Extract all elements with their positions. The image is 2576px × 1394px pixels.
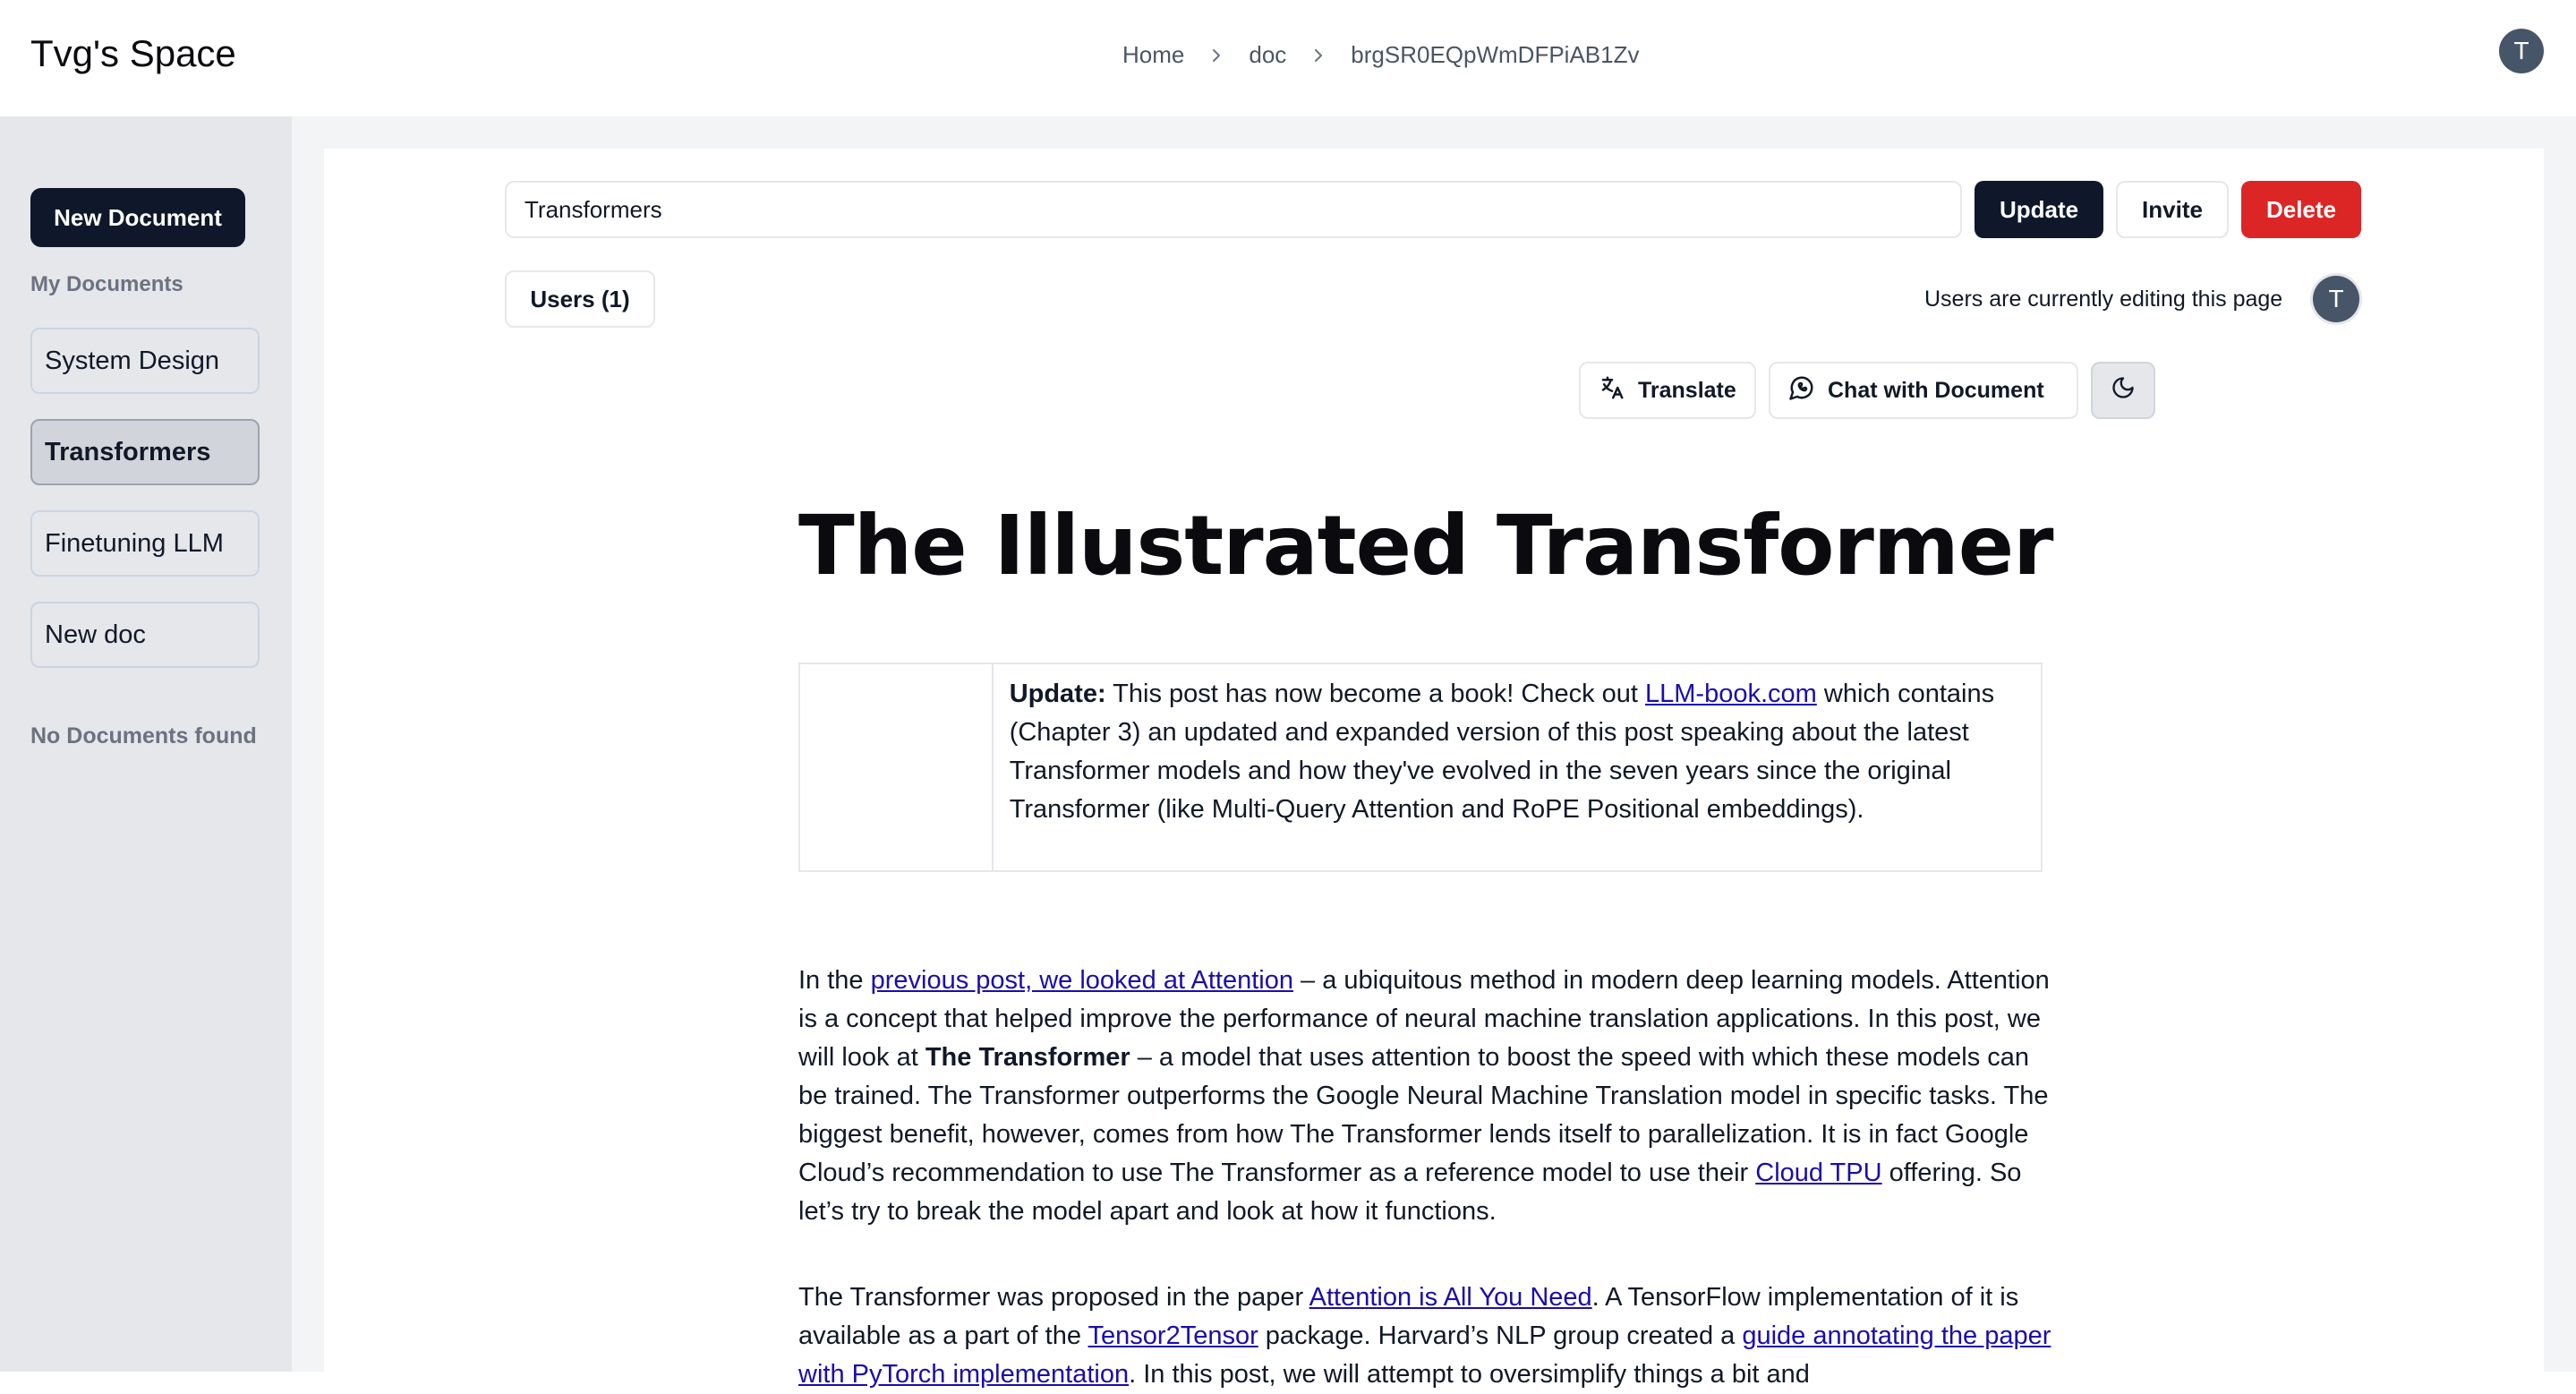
translate-label: Translate: [1638, 377, 1736, 403]
document-title-input[interactable]: [505, 181, 1962, 238]
dark-mode-toggle[interactable]: [2091, 362, 2155, 419]
second-paragraph: The Transformer was proposed in the pape…: [798, 1279, 2060, 1394]
chat-with-document-button[interactable]: Chat with Document: [1769, 362, 2078, 419]
breadcrumb: Home doc brgSR0EQpWmDFPiAB1Zv: [1122, 41, 1639, 69]
cloud-tpu-link[interactable]: Cloud TPU: [1755, 1159, 1881, 1187]
translate-button[interactable]: Translate: [1579, 362, 1756, 419]
paragraph-text: package. Harvard’s NLP group created a: [1258, 1321, 1743, 1350]
tensor2tensor-link[interactable]: Tensor2Tensor: [1088, 1321, 1258, 1350]
previous-post-link[interactable]: previous post, we looked at Attention: [871, 966, 1293, 995]
no-documents-message: No Documents found: [30, 723, 257, 748]
bold-text: The Transformer: [925, 1043, 1130, 1072]
paragraph-text: The Transformer was proposed in the pape…: [798, 1283, 1309, 1312]
document-heading: The Illustrated Transformer: [798, 498, 2054, 594]
editing-user-avatar[interactable]: T: [2313, 276, 2359, 322]
invite-button[interactable]: Invite: [2116, 181, 2229, 238]
update-label: Update:: [1009, 680, 1106, 708]
brand-title[interactable]: Tvg's Space: [30, 32, 236, 75]
intro-paragraph: In the previous post, we looked at Atten…: [798, 962, 2060, 1231]
delete-button[interactable]: Delete: [2241, 181, 2361, 238]
moon-icon: [2111, 375, 2136, 406]
sidebar-item-system-design[interactable]: System Design: [30, 328, 260, 394]
update-notice-empty-cell: [800, 664, 994, 870]
update-notice-table: Update: This post has now become a book!…: [798, 663, 2043, 872]
attention-paper-link[interactable]: Attention is All You Need: [1309, 1283, 1592, 1312]
users-button[interactable]: Users (1): [505, 270, 655, 328]
paragraph-text: In the: [798, 966, 871, 995]
update-button[interactable]: Update: [1975, 181, 2103, 238]
editing-status-text: Users are currently editing this page: [1924, 286, 2283, 312]
sidebar-item-new-doc[interactable]: New doc: [30, 602, 260, 668]
translate-icon: [1599, 374, 1638, 407]
paragraph-text: . In this post, we will attempt to overs…: [1129, 1360, 1810, 1389]
update-text-part: This post has now become a book! Check o…: [1105, 680, 1645, 708]
breadcrumb-doc[interactable]: doc: [1249, 41, 1286, 69]
breadcrumb-home[interactable]: Home: [1122, 41, 1184, 69]
sidebar: New Document My Documents System Design …: [0, 116, 292, 1372]
new-document-button[interactable]: New Document: [30, 188, 245, 247]
chevron-right-icon: [1207, 47, 1225, 64]
my-documents-heading: My Documents: [30, 272, 183, 296]
chevron-right-icon: [1309, 47, 1327, 64]
breadcrumb-current: brgSR0EQpWmDFPiAB1Zv: [1351, 41, 1640, 68]
sidebar-item-finetuning-llm[interactable]: Finetuning LLM: [30, 510, 260, 577]
sidebar-item-transformers[interactable]: Transformers: [30, 419, 260, 485]
chat-bubble-icon: [1788, 374, 1828, 407]
user-avatar[interactable]: T: [2499, 29, 2544, 73]
chat-with-document-label: Chat with Document: [1828, 377, 2044, 403]
update-notice-text: Update: This post has now become a book!…: [994, 664, 2041, 870]
llm-book-link[interactable]: LLM-book.com: [1645, 680, 1817, 708]
top-header: Tvg's Space Home doc brgSR0EQpWmDFPiAB1Z…: [0, 0, 2576, 116]
